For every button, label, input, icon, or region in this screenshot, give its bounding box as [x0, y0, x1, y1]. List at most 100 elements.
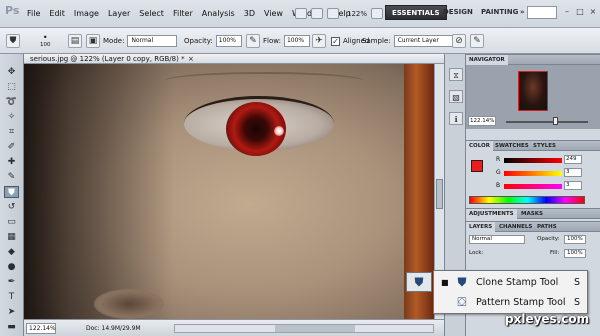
document-size-info[interactable]: Doc: 14.9M/29.9M	[86, 323, 141, 334]
red-channel-field[interactable]: 249	[564, 155, 582, 164]
type-tool-icon[interactable]: T	[4, 291, 19, 303]
menu-file[interactable]: File	[27, 9, 40, 18]
document-tab[interactable]: serious.jpg @ 122% (Layer 0 copy, RGB/8)…	[24, 54, 444, 64]
dodge-tool-icon[interactable]: ●	[4, 261, 19, 273]
toggle-brush-panel-button[interactable]: ▤	[68, 28, 82, 54]
adjustments-panel-header: ADJUSTMENTS MASKS	[466, 208, 600, 219]
sample-select[interactable]: Current Layer	[393, 35, 454, 47]
pressure-size-button[interactable]: ✎	[470, 28, 484, 54]
navigator-zoom-knob[interactable]	[553, 117, 558, 125]
fill-field[interactable]: 100%	[564, 249, 586, 258]
pen-tool-icon[interactable]: ✒	[4, 276, 19, 288]
menu-edit[interactable]: Edit	[49, 9, 65, 18]
search-input[interactable]	[527, 6, 557, 19]
brush-picker[interactable]: • 100	[40, 28, 51, 54]
vertical-scroll-thumb[interactable]	[436, 179, 443, 209]
blend-mode-select[interactable]: Normal	[469, 235, 525, 244]
opacity-field[interactable]: 100%	[215, 35, 242, 47]
tab-layers[interactable]: LAYERS	[466, 222, 496, 232]
navigator-zoom-slider[interactable]	[506, 121, 588, 123]
zoom-level[interactable]: 122%	[347, 10, 367, 18]
tab-color[interactable]: COLOR	[466, 141, 493, 151]
marquee-tool-icon[interactable]: ⬚	[4, 81, 19, 93]
gradient-tool-icon[interactable]: ▦	[4, 231, 19, 243]
path-selection-tool-icon[interactable]: ➤	[4, 306, 19, 318]
menu-3d[interactable]: 3D	[244, 9, 255, 18]
toggle-clone-source-button[interactable]: ▣	[86, 28, 100, 54]
history-panel-icon[interactable]: ⧖	[449, 68, 463, 81]
navigator-zoom-field[interactable]: 122.14%	[468, 116, 496, 126]
menu-filter[interactable]: Filter	[173, 9, 193, 18]
mode-select[interactable]: Normal	[127, 35, 178, 47]
close-document-icon[interactable]: ×	[188, 54, 194, 64]
maximize-button[interactable]: □	[575, 7, 585, 17]
menu-view[interactable]: View	[264, 9, 283, 18]
move-tool-icon[interactable]: ✥	[4, 66, 19, 78]
red-channel-slider[interactable]	[504, 158, 562, 163]
tab-swatches[interactable]: SWATCHES	[492, 141, 532, 151]
minimize-button[interactable]: –	[562, 7, 572, 17]
flyout-item-label: Clone Stamp Tool	[476, 277, 559, 288]
menu-bar: Ps File Edit Image Layer Select Filter A…	[0, 0, 600, 28]
blue-channel-label: B	[496, 182, 501, 189]
eyedropper-tool-icon[interactable]: ✐	[4, 141, 19, 153]
green-channel-slider[interactable]	[504, 171, 562, 176]
info-panel-icon[interactable]: ℹ	[449, 112, 463, 125]
pressure-opacity-button[interactable]: ✎	[246, 28, 260, 54]
quick-select-tool-icon[interactable]: ✧	[4, 111, 19, 123]
hand-tool-icon[interactable]	[327, 8, 339, 19]
horizontal-scrollbar[interactable]	[174, 324, 434, 333]
tab-navigator[interactable]: NAVIGATOR	[466, 55, 508, 65]
tool-preset-picker[interactable]: ⛊	[6, 28, 20, 54]
document-canvas[interactable]	[24, 64, 434, 319]
close-button[interactable]: ×	[588, 7, 598, 17]
clone-stamp-tool-icon[interactable]: ⛊	[4, 186, 19, 198]
tab-channels[interactable]: CHANNELS	[496, 222, 535, 232]
tab-styles[interactable]: STYLES	[530, 141, 559, 151]
crop-tool-icon[interactable]: ⌗	[4, 126, 19, 138]
airbrush-button[interactable]: ✈	[312, 28, 326, 54]
flyout-item-pattern-stamp[interactable]: ⛋ Pattern Stamp Tool S	[434, 293, 589, 313]
menu-analysis[interactable]: Analysis	[202, 9, 235, 18]
shape-tool-icon[interactable]: ▬	[4, 321, 19, 333]
healing-brush-tool-icon[interactable]: ✚	[4, 156, 19, 168]
brush-tool-icon[interactable]: ✎	[4, 171, 19, 183]
color-panel-header: COLOR SWATCHES STYLES	[466, 140, 600, 151]
menu-image[interactable]: Image	[74, 9, 99, 18]
clone-source-icon: ▣	[86, 34, 100, 48]
mini-bridge-icon[interactable]	[311, 8, 323, 19]
menu-layer[interactable]: Layer	[108, 9, 130, 18]
tab-paths[interactable]: PATHS	[534, 222, 560, 232]
ignore-adjustment-layers-button[interactable]: ⊘	[452, 28, 466, 54]
brow-crease	[164, 72, 364, 90]
flyout-item-shortcut: S	[574, 297, 581, 308]
navigator-thumbnail[interactable]	[518, 71, 548, 111]
blue-channel-slider[interactable]	[504, 184, 562, 189]
tab-masks[interactable]: MASKS	[518, 209, 546, 219]
flyout-tool-button[interactable]: ⛊	[406, 272, 432, 292]
flyout-item-shortcut: S	[574, 277, 581, 288]
blue-channel-row: B 3	[496, 181, 600, 191]
foreground-color-swatch[interactable]	[471, 160, 483, 172]
flyout-item-clone-stamp[interactable]: ■ ⛊ Clone Stamp Tool S	[434, 273, 589, 293]
blur-tool-icon[interactable]: ◆	[4, 246, 19, 258]
color-spectrum-ramp[interactable]	[469, 196, 585, 204]
image-panel-icon[interactable]: ▧	[449, 90, 463, 103]
flow-field[interactable]: 100%	[283, 35, 310, 47]
lasso-tool-icon[interactable]: ➰	[4, 96, 19, 108]
horizontal-scroll-thumb[interactable]	[275, 325, 355, 332]
layer-opacity-field[interactable]: 100%	[564, 235, 586, 244]
menu-select[interactable]: Select	[139, 9, 164, 18]
workspace-design-button[interactable]: DESIGN	[437, 5, 479, 20]
green-channel-field[interactable]: 3	[564, 168, 582, 177]
blue-channel-field[interactable]: 3	[564, 181, 582, 190]
site-watermark: pxleyes.com	[505, 312, 590, 326]
arrange-documents-icon[interactable]	[371, 8, 384, 19]
bridge-icon[interactable]	[295, 8, 307, 19]
aligned-checkbox[interactable]: ✓	[331, 36, 340, 46]
tab-adjustments[interactable]: ADJUSTMENTS	[466, 209, 517, 219]
status-zoom-field[interactable]: 122.14%	[26, 323, 56, 334]
history-brush-tool-icon[interactable]: ↺	[4, 201, 19, 213]
eraser-tool-icon[interactable]: ▭	[4, 216, 19, 228]
opacity-control: Opacity: 100%	[184, 28, 242, 54]
